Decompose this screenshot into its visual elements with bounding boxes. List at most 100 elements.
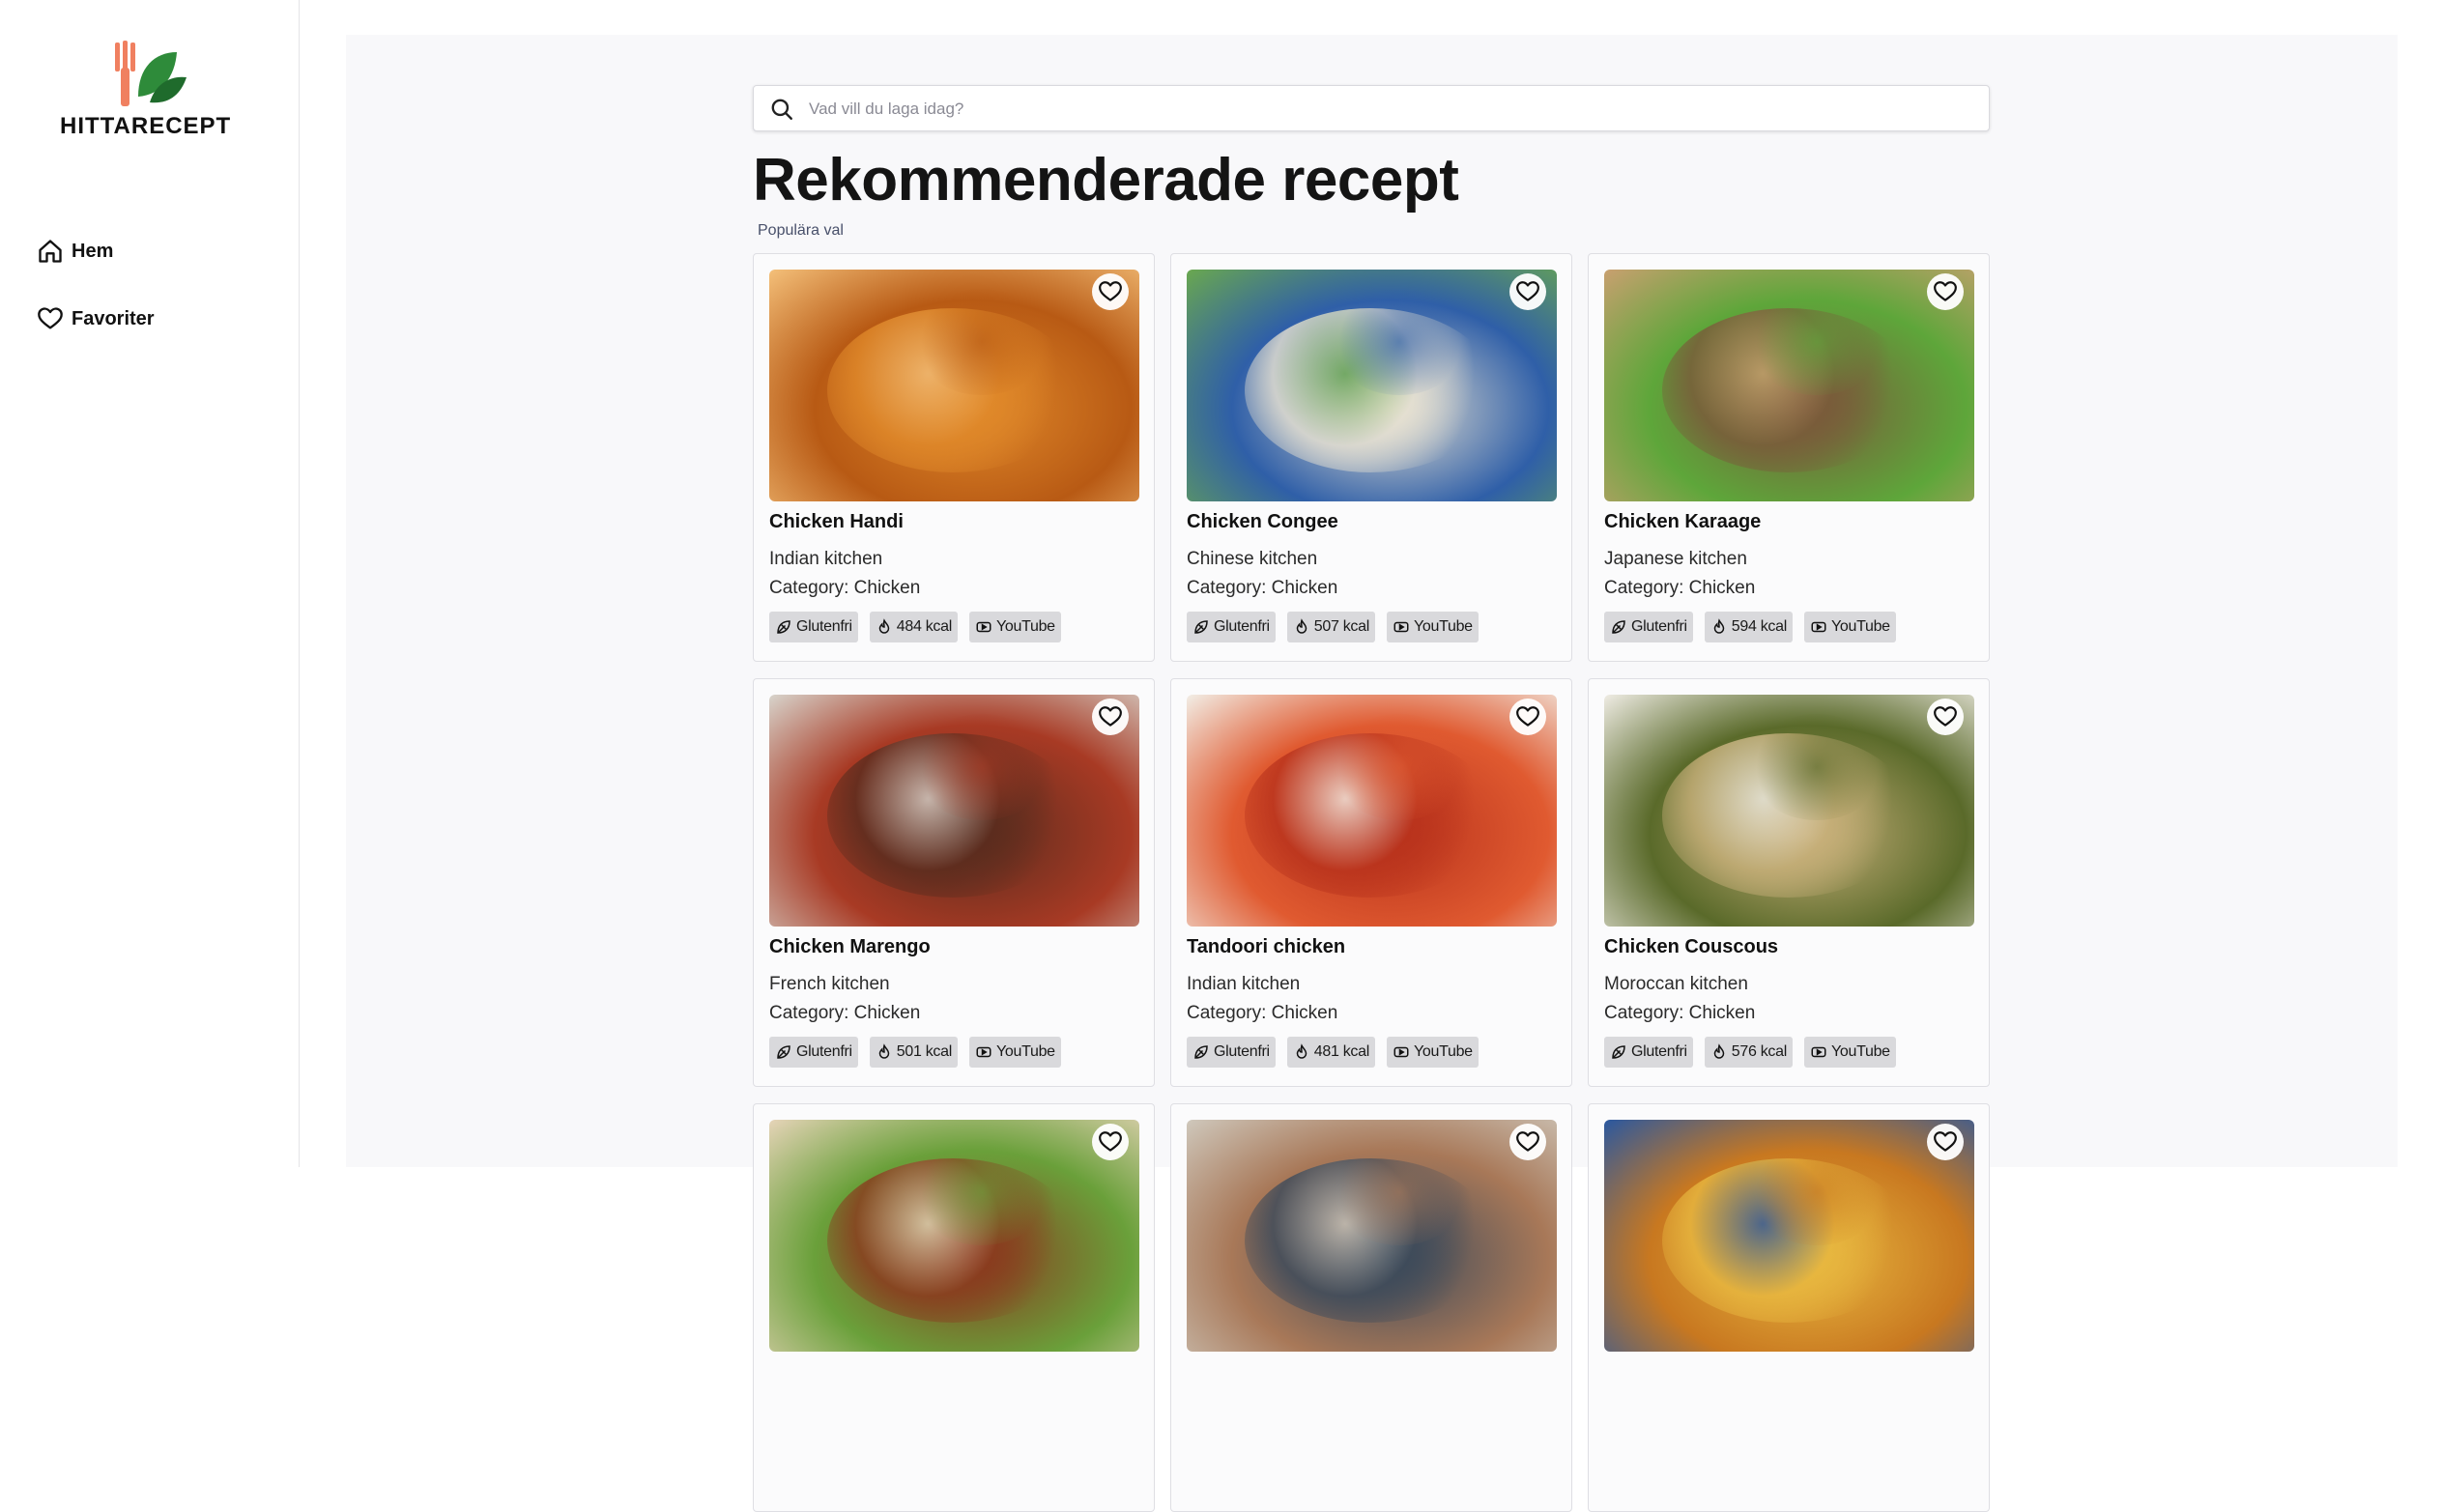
heart-icon [1516,281,1539,301]
fork-leaf-logo-icon [115,41,187,106]
recipe-image [1604,270,1974,501]
youtube-icon [1811,1046,1826,1058]
youtube-icon [1393,621,1409,633]
recipe-card[interactable]: Chicken Handi Indian kitchen Category: Chi… [753,253,1155,662]
search-bar [753,85,1990,132]
favorite-button[interactable] [1092,1124,1129,1160]
recipe-tags: Glutenfri 576 kcal YouTube [1604,1037,1896,1068]
heart-icon [1934,281,1957,301]
youtube-icon [976,621,991,633]
recipe-tag: Glutenfri [1187,612,1276,642]
dish-highlight [1332,289,1467,395]
tag-label: YouTube [1830,1043,1890,1060]
recipe-tags: Glutenfri 481 kcal YouTube [1187,1037,1479,1068]
heart-icon [1516,706,1539,727]
recipe-tag: YouTube [1386,612,1479,642]
recipe-name[interactable]: Chicken Handi [769,511,904,533]
tag-label: Glutenfri [1631,618,1687,635]
recipe-tag: 501 kcal [869,1037,958,1068]
recipe-kitchen: Japanese kitchen [1604,549,1747,569]
tag-label: YouTube [1413,618,1473,635]
recipe-image [1604,695,1974,927]
recipe-card[interactable]: Chicken Karaage Japanese kitchen Category:… [1588,253,1990,662]
favorite-button[interactable] [1092,699,1129,735]
recipe-tag: Glutenfri [1187,1037,1276,1068]
recipe-tag: YouTube [1803,612,1896,642]
recipe-image [769,695,1139,927]
favorite-button[interactable] [1509,273,1546,310]
recipe-tag: 594 kcal [1704,612,1793,642]
heart-icon [1934,706,1957,727]
favorite-button[interactable] [1927,273,1964,310]
sidebar-item-favoriter[interactable]: Favoriter [37,305,155,332]
brand-name: HITTARECEPT [60,113,232,139]
leaf-icon [1612,620,1625,634]
dish-highlight [1332,1139,1467,1245]
main-area: Rekommenderade recept Populära val Chick… [346,35,2398,1512]
flame-icon [878,618,890,634]
sidebar-item-label: Hem [72,240,114,262]
heart-icon [1099,1131,1122,1152]
recipe-name[interactable]: Chicken Couscous [1604,936,1778,958]
tag-label: 594 kcal [1731,618,1788,635]
recipe-category: Category: Chicken [1187,578,1338,598]
favorite-button[interactable] [1927,699,1964,735]
recipe-card[interactable] [1170,1103,1572,1512]
search-input[interactable] [807,86,1970,132]
recipe-tag: 576 kcal [1704,1037,1793,1068]
tag-label: 481 kcal [1313,1043,1370,1060]
heart-icon [1099,281,1122,301]
tag-label: Glutenfri [1214,1043,1270,1060]
recipe-image [769,1120,1139,1352]
recipe-image [1187,1120,1557,1352]
recipe-card[interactable] [1588,1103,1990,1512]
favorite-button[interactable] [1092,273,1129,310]
home-icon [39,240,62,263]
sidebar-item-label: Favoriter [72,307,155,329]
dish-highlight [1749,714,1884,820]
logo[interactable]: HITTARECEPT [58,39,251,145]
recipe-card[interactable]: Chicken Congee Chinese kitchen Category: C… [1170,253,1572,662]
tag-label: YouTube [1830,618,1890,635]
leaf-icon [1194,1045,1208,1059]
sidebar-item-hem[interactable]: Hem [37,238,113,265]
tag-label: YouTube [995,1043,1055,1060]
recipe-name[interactable]: Chicken Congee [1187,511,1338,533]
recipe-card[interactable] [753,1103,1155,1512]
heart-icon [1099,706,1122,727]
recipe-tag: YouTube [1386,1037,1479,1068]
recipe-card[interactable]: Tandoori chicken Indian kitchen Category: … [1170,678,1572,1087]
recipe-tag: 481 kcal [1286,1037,1375,1068]
recipe-kitchen: Chinese kitchen [1187,549,1318,569]
flame-icon [1713,618,1725,634]
leaf-icon [777,620,790,634]
tag-label: 501 kcal [896,1043,953,1060]
sidebar: HITTARECEPT Hem Favoriter [0,0,300,1167]
recipe-tag: Glutenfri [769,612,858,642]
favorite-button[interactable] [1509,699,1546,735]
dish-highlight [914,289,1049,395]
recipe-tag: 507 kcal [1286,612,1375,642]
recipe-tag: YouTube [968,612,1061,642]
tag-label: 576 kcal [1731,1043,1788,1060]
tag-label: Glutenfri [1214,618,1270,635]
recipe-name[interactable]: Chicken Karaage [1604,511,1761,533]
recipe-name[interactable]: Tandoori chicken [1187,936,1345,958]
flame-icon [1296,1043,1307,1059]
recipe-image [1604,1120,1974,1352]
flame-icon [878,1043,890,1059]
recipe-kitchen: Moroccan kitchen [1604,974,1748,994]
page-subtitle: Populära val [758,222,844,239]
tag-label: Glutenfri [1631,1043,1687,1060]
recipe-category: Category: Chicken [769,578,921,598]
recipe-kitchen: Indian kitchen [1187,974,1301,994]
recipe-card[interactable]: Chicken Couscous Moroccan kitchen Category… [1588,678,1990,1087]
tag-label: YouTube [1413,1043,1473,1060]
recipe-name[interactable]: Chicken Marengo [769,936,931,958]
youtube-icon [976,1046,991,1058]
favorite-button[interactable] [1509,1124,1546,1160]
heart-icon [38,307,63,329]
leaf-icon [777,1045,790,1059]
favorite-button[interactable] [1927,1124,1964,1160]
recipe-card[interactable]: Chicken Marengo French kitchen Category: C… [753,678,1155,1087]
